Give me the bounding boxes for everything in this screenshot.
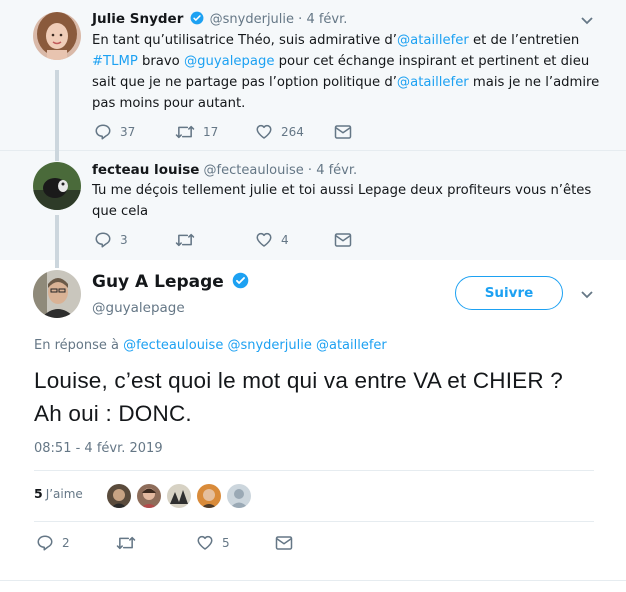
- author-name-text: Guy A Lepage: [92, 272, 224, 292]
- tweet-header: Julie Snyder @snyderjulie · 4 févr.: [92, 11, 347, 29]
- liker-avatar[interactable]: [227, 484, 251, 508]
- message-icon: [334, 125, 352, 139]
- tweet-header: fecteau louise @fecteaulouise · 4 févr.: [92, 162, 357, 178]
- author-name[interactable]: fecteau louise: [92, 162, 199, 178]
- message-button[interactable]: [334, 122, 352, 142]
- author-name[interactable]: Julie Snyder: [92, 11, 183, 27]
- text-segment: et de l’entretien: [468, 33, 580, 48]
- retweet-count: 17: [203, 125, 219, 139]
- avatar[interactable]: [33, 270, 81, 318]
- message-button[interactable]: [334, 230, 352, 250]
- avatar[interactable]: [33, 12, 81, 60]
- text-segment: bravo: [137, 54, 184, 69]
- reply-mention[interactable]: @ataillefer: [316, 338, 387, 353]
- separator-dot: ·: [298, 12, 303, 27]
- author-handle[interactable]: @snyderjulie: [210, 12, 294, 27]
- liker-avatar[interactable]: [167, 484, 191, 508]
- follow-button[interactable]: Suivre: [455, 276, 563, 310]
- likes-stat-count: 5: [34, 486, 43, 501]
- reply-mention[interactable]: @snyderjulie: [227, 338, 311, 353]
- like-button[interactable]: 264: [255, 122, 304, 142]
- avatar[interactable]: [33, 162, 81, 210]
- divider: [0, 580, 626, 581]
- chevron-down-icon[interactable]: [580, 16, 594, 26]
- like-count: 5: [222, 536, 230, 550]
- verified-icon: [190, 11, 204, 29]
- thread-line: [55, 151, 59, 161]
- inline-link[interactable]: @guyalepage: [184, 54, 275, 69]
- like-icon: [256, 232, 272, 247]
- reply-icon: [95, 232, 111, 248]
- likes-stat-label: J’aime: [45, 487, 83, 501]
- like-button[interactable]: 4: [255, 230, 289, 250]
- reply-prefix: En réponse à: [34, 338, 119, 353]
- like-icon: [197, 535, 213, 550]
- reply-icon: [95, 124, 111, 140]
- reply-button[interactable]: 2: [36, 533, 70, 553]
- tweet-time[interactable]: 4 févr.: [306, 12, 347, 27]
- tweet-actions: 3 4: [92, 230, 372, 250]
- like-count: 264: [281, 125, 304, 139]
- text-segment: En tant qu’utilisatrice Théo, suis admir…: [92, 33, 397, 48]
- retweet-button[interactable]: [116, 533, 144, 553]
- thread-line: [55, 260, 59, 268]
- chevron-down-icon[interactable]: [580, 290, 594, 300]
- reply-button[interactable]: 3: [94, 230, 128, 250]
- divider: [34, 521, 594, 522]
- tweet-text: Louise, c’est quoi le mot qui va entre V…: [34, 368, 563, 426]
- like-button[interactable]: 5: [196, 533, 230, 553]
- retweet-icon: [116, 536, 136, 550]
- inline-link[interactable]: @ataillefer: [397, 33, 469, 48]
- reply-mention[interactable]: @fecteaulouise: [123, 338, 223, 353]
- liker-avatar[interactable]: [197, 484, 221, 508]
- author-handle[interactable]: @fecteaulouise: [204, 163, 304, 178]
- message-icon: [275, 536, 293, 550]
- reply-count: 3: [120, 233, 128, 247]
- inline-link[interactable]: #TLMP: [92, 54, 138, 69]
- tweet-text: Tu me déçois tellement julie et toi auss…: [92, 183, 592, 219]
- like-count: 4: [281, 233, 289, 247]
- author-handle[interactable]: @guyalepage: [92, 300, 185, 316]
- retweet-icon: [175, 125, 195, 139]
- retweet-button[interactable]: [175, 230, 203, 250]
- tweet-timestamp[interactable]: 08:51 - 4 févr. 2019: [34, 441, 163, 456]
- likers-avatars: [107, 484, 251, 508]
- tweet-fecteau-louise[interactable]: fecteau louise @fecteaulouise · 4 févr. …: [0, 151, 626, 260]
- tweet-text: En tant qu’utilisatrice Théo, suis admir…: [92, 30, 604, 114]
- thread-line: [55, 70, 59, 151]
- like-icon: [256, 124, 272, 139]
- author-name[interactable]: Guy A Lepage: [92, 272, 251, 294]
- liker-avatar[interactable]: [107, 484, 131, 508]
- tweet-actions: 2 5: [34, 533, 314, 553]
- separator-dot: ·: [307, 163, 313, 178]
- retweet-icon: [175, 233, 195, 247]
- message-icon: [334, 233, 352, 247]
- message-button[interactable]: [275, 533, 293, 553]
- inline-link[interactable]: @ataillefer: [397, 75, 469, 90]
- reply-button[interactable]: 37: [94, 122, 135, 142]
- tweet-julie-snyder[interactable]: Julie Snyder @snyderjulie · 4 févr. En t…: [0, 0, 626, 151]
- tweet-actions: 37 17 264: [92, 122, 372, 142]
- reply-context: En réponse à @fecteaulouise @snyderjulie…: [34, 338, 387, 353]
- verified-icon: [232, 272, 249, 294]
- liker-avatar[interactable]: [137, 484, 161, 508]
- reply-icon: [37, 535, 53, 551]
- thread-line: [55, 215, 59, 260]
- retweet-button[interactable]: 17: [175, 122, 218, 142]
- likes-stat[interactable]: 5 J’aime: [34, 486, 83, 501]
- reply-count: 2: [62, 536, 70, 550]
- reply-count: 37: [120, 125, 136, 139]
- divider: [34, 470, 594, 471]
- tweet-time[interactable]: 4 févr.: [316, 163, 357, 178]
